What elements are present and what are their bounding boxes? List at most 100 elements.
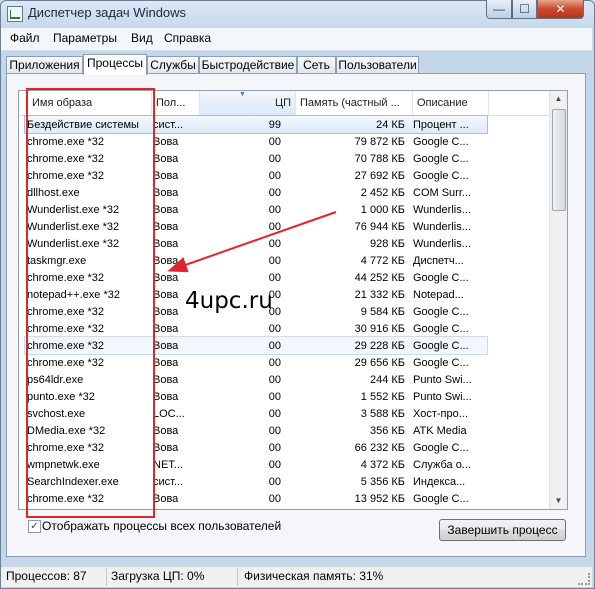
status-separator (237, 568, 238, 586)
process-user: сист... (153, 119, 184, 131)
process-cpu: 00 (268, 204, 281, 216)
process-user: Вова (153, 357, 179, 369)
process-user: Вова (153, 255, 179, 267)
process-user: NET... (153, 459, 183, 471)
menu-bar: Файл Параметры Вид Справка (1, 28, 592, 51)
process-user: Вова (153, 187, 179, 199)
minimize-button[interactable]: — (486, 0, 512, 19)
process-cpu: 00 (268, 170, 281, 182)
process-memory: 27 692 КБ (354, 170, 405, 182)
process-description: Notepad... (413, 289, 464, 301)
process-cpu: 00 (268, 221, 281, 233)
process-description: Google C... (413, 153, 469, 165)
process-user: Вова (153, 323, 179, 335)
process-description: Wunderlis... (413, 238, 471, 250)
close-button[interactable]: ✕ (537, 0, 584, 19)
process-user: Вова (153, 493, 179, 505)
process-description: Wunderlis... (413, 221, 471, 233)
process-description: Google C... (413, 170, 469, 182)
process-memory: 29 228 КБ (354, 340, 405, 352)
tab-processes[interactable]: Процессы (83, 54, 147, 75)
status-physical-memory: Физическая память: 31% (244, 569, 384, 583)
process-cpu: 00 (268, 340, 281, 352)
column-header-memory[interactable]: Память (частный ... (296, 91, 413, 115)
process-memory: 24 КБ (376, 119, 405, 131)
resize-grip-icon[interactable] (578, 573, 590, 585)
process-description: Процент ... (413, 119, 469, 131)
process-description: Google C... (413, 272, 469, 284)
process-description: Google C... (413, 306, 469, 318)
process-memory: 9 584 КБ (360, 306, 405, 318)
process-cpu: 99 (268, 119, 281, 131)
process-cpu: 00 (268, 238, 281, 250)
process-memory: 66 232 КБ (354, 442, 405, 454)
process-description: Google C... (413, 493, 469, 505)
tab-performance[interactable]: Быстродействие (199, 56, 297, 74)
process-memory: 3 588 КБ (360, 408, 405, 420)
title-bar: Диспетчер задач Windows — ☐ ✕ (0, 0, 595, 28)
process-description: Google C... (413, 340, 469, 352)
process-user: Вова (153, 136, 179, 148)
scroll-down-arrow-icon[interactable]: ▼ (551, 493, 566, 509)
process-user: Вова (153, 170, 179, 182)
sort-descending-icon: ▼ (239, 91, 246, 98)
process-memory: 79 872 КБ (354, 136, 405, 148)
scrollbar-thumb[interactable] (552, 109, 566, 211)
tab-network[interactable]: Сеть (297, 56, 336, 74)
process-user: LOC... (153, 408, 185, 420)
process-description: Google C... (413, 442, 469, 454)
column-header-cpu[interactable]: ЦП (200, 91, 296, 115)
menu-help[interactable]: Справка (164, 31, 211, 45)
process-user: Вова (153, 238, 179, 250)
process-memory: 76 944 КБ (354, 221, 405, 233)
column-header-description[interactable]: Описание (413, 91, 489, 115)
process-cpu: 00 (268, 374, 281, 386)
process-memory: 30 916 КБ (354, 323, 405, 335)
tab-applications[interactable]: Приложения (6, 56, 83, 74)
show-all-users-checkbox[interactable]: ✓ (28, 520, 41, 533)
status-separator (106, 568, 107, 586)
scroll-up-arrow-icon[interactable]: ▲ (551, 91, 566, 107)
column-header-user[interactable]: Пол... (152, 91, 200, 115)
process-cpu: 00 (268, 425, 281, 437)
process-memory: 70 788 КБ (354, 153, 405, 165)
menu-file[interactable]: Файл (10, 31, 40, 45)
tab-services[interactable]: Службы (147, 56, 199, 74)
process-description: ATK Media (413, 425, 467, 437)
process-user: Вова (153, 340, 179, 352)
maximize-button[interactable]: ☐ (512, 0, 537, 19)
status-bar: Процессов: 87 Загрузка ЦП: 0% Физическая… (1, 566, 592, 587)
process-memory: 4 372 КБ (360, 459, 405, 471)
process-memory: 2 452 КБ (360, 187, 405, 199)
tab-users[interactable]: Пользователи (336, 56, 419, 74)
task-manager-app-icon (7, 6, 23, 22)
menu-options[interactable]: Параметры (53, 31, 117, 45)
process-cpu: 00 (268, 272, 281, 284)
process-user: Вова (153, 425, 179, 437)
process-user: Вова (153, 272, 179, 284)
process-memory: 44 252 КБ (354, 272, 405, 284)
vertical-scrollbar[interactable]: ▲ ▼ (549, 91, 567, 509)
process-user: сист... (153, 476, 184, 488)
window-title: Диспетчер задач Windows (28, 5, 187, 20)
process-cpu: 00 (268, 408, 281, 420)
menu-view[interactable]: Вид (131, 31, 153, 45)
process-memory: 21 332 КБ (354, 289, 405, 301)
process-cpu: 00 (268, 187, 281, 199)
process-memory: 1 552 КБ (360, 391, 405, 403)
highlight-box (26, 88, 155, 518)
process-user: Вова (153, 374, 179, 386)
process-memory: 356 КБ (369, 425, 405, 437)
process-user: Вова (153, 221, 179, 233)
process-user: Вова (153, 153, 179, 165)
process-cpu: 00 (268, 323, 281, 335)
process-cpu: 00 (268, 255, 281, 267)
status-cpu-load: Загрузка ЦП: 0% (111, 569, 205, 583)
process-memory: 4 772 КБ (360, 255, 405, 267)
show-all-users-label[interactable]: Отображать процессы всех пользователей (42, 519, 281, 533)
end-process-button[interactable]: Завершить процесс (439, 519, 566, 541)
process-user: Вова (153, 442, 179, 454)
status-process-count: Процессов: 87 (6, 569, 87, 583)
process-description: Служба о... (413, 459, 471, 471)
process-memory: 5 356 КБ (360, 476, 405, 488)
